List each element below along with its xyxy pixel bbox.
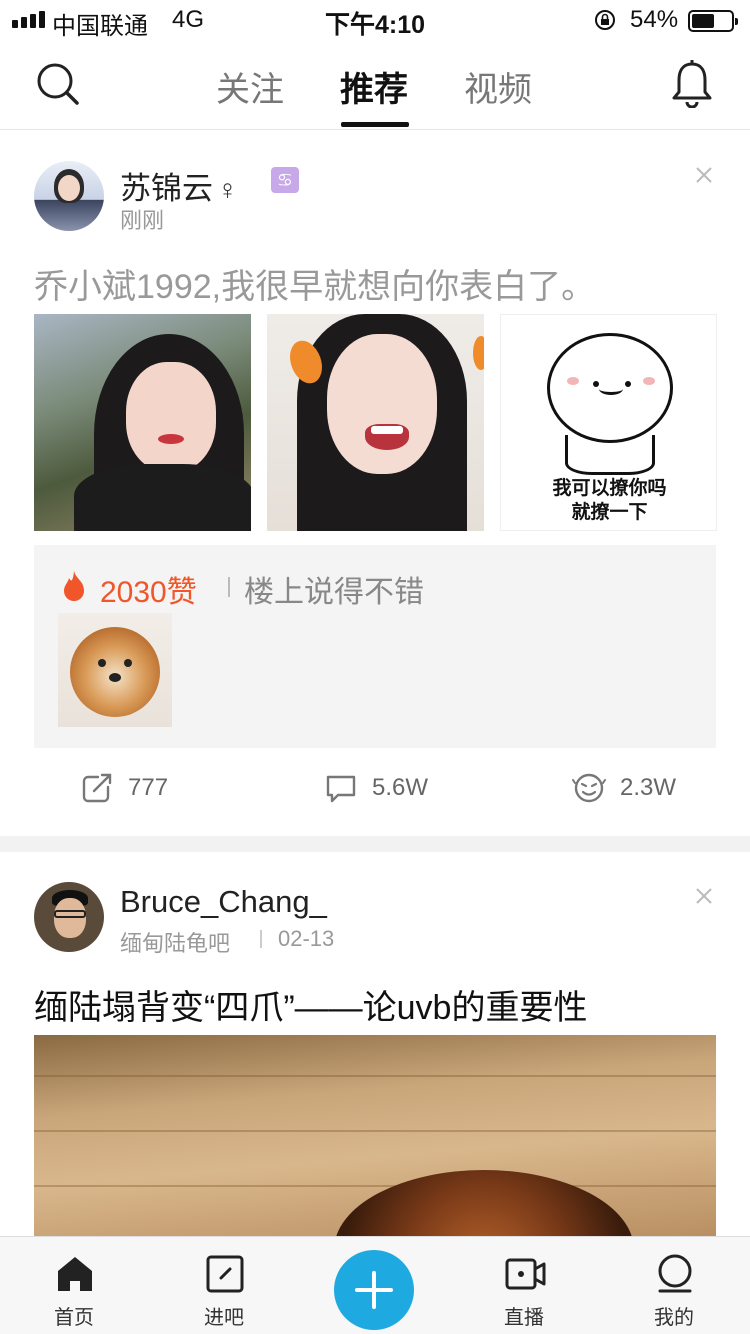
tab-video[interactable]: 视频 [464,62,532,111]
like-button[interactable]: 2.3W [572,771,676,805]
create-post-button[interactable] [334,1250,414,1330]
post-actions: 777 5.6W 2.3W [0,771,750,815]
post-title[interactable]: 缅陆塌背变“四爪”——论uvb的重要性 [34,980,587,1029]
avatar[interactable] [34,882,104,952]
post-image-girl-photo[interactable] [34,314,251,531]
status-bar: 中国联通 4G 下午4:10 54% [0,0,750,40]
profile-icon [658,1254,692,1293]
home-icon [58,1257,92,1291]
search-icon[interactable] [36,62,80,106]
hot-comment-box[interactable]: 2030赞 楼上说得不错 [34,545,716,748]
close-icon[interactable] [694,886,714,906]
tab-live[interactable]: 直播 [474,1237,574,1334]
gender-female-icon: ♀ [217,174,238,205]
post-image-meme-sticker[interactable]: 我可以撩你吗 就撩一下 [500,314,717,531]
tab-label: 进吧 [204,1307,244,1329]
divider [228,577,230,597]
plus-icon [355,1271,393,1309]
feed-post[interactable]: 苏锦云 ♀ ♋ 刚刚 乔小斌1992,我很早就想向你表白了。 我可以撩你吗 就撩一… [0,131,750,836]
close-icon[interactable] [694,165,714,185]
share-button[interactable]: 777 [80,771,168,805]
hot-comment-likes: 2030赞 [100,576,197,609]
like-count: 2.3W [620,774,677,801]
tab-follow[interactable]: 关注 [216,62,284,111]
post-image-girl-smile-photo[interactable] [267,314,484,531]
forum-icon [206,1255,244,1293]
post-username[interactable]: Bruce_Chang_ [120,884,327,920]
hot-comment-text: 楼上说得不错 [244,576,424,609]
tab-home[interactable]: 首页 [24,1237,124,1334]
like-face-icon [572,773,606,803]
post-date: 02-13 [278,926,335,951]
tab-label: 首页 [54,1307,94,1329]
battery-icon [688,10,738,32]
post-divider [0,836,750,852]
share-count: 777 [128,774,169,801]
share-icon [82,773,112,803]
tab-label: 我的 [654,1307,694,1329]
post-image-tortoise[interactable] [34,1035,716,1252]
post-forum[interactable]: 缅甸陆龟吧 [120,926,230,958]
post-time: 刚刚 [120,208,165,233]
top-nav: 关注 推荐 视频 [0,40,750,130]
meme-caption: 我可以撩你吗 [552,478,667,499]
fire-icon [64,571,84,601]
comment-count: 5.6W [372,774,429,801]
comment-button[interactable]: 5.6W [324,771,428,805]
comment-image-dog[interactable] [58,613,172,727]
tab-forum[interactable]: 进吧 [174,1237,274,1334]
bell-icon[interactable] [670,60,714,108]
tab-label: 直播 [504,1307,544,1329]
tab-recommend[interactable]: 推荐 [340,62,408,111]
battery-percent: 54% [630,6,679,33]
divider [260,930,262,948]
post-text[interactable]: 乔小斌1992,我很早就想向你表白了。 [34,259,595,308]
feed-post[interactable]: Bruce_Chang_ 缅甸陆龟吧 02-13 缅陆塌背变“四爪”——论uvb… [0,852,750,1252]
avatar[interactable] [34,161,104,231]
cancer-icon: ♋ [271,167,299,193]
live-camera-icon [505,1258,546,1290]
meme-caption: 就撩一下 [571,502,648,523]
tab-me[interactable]: 我的 [624,1237,724,1334]
rotation-lock-icon [595,10,615,30]
comment-icon [326,775,356,803]
post-username[interactable]: 苏锦云 ♀ [120,163,238,208]
active-tab-indicator [341,122,409,127]
